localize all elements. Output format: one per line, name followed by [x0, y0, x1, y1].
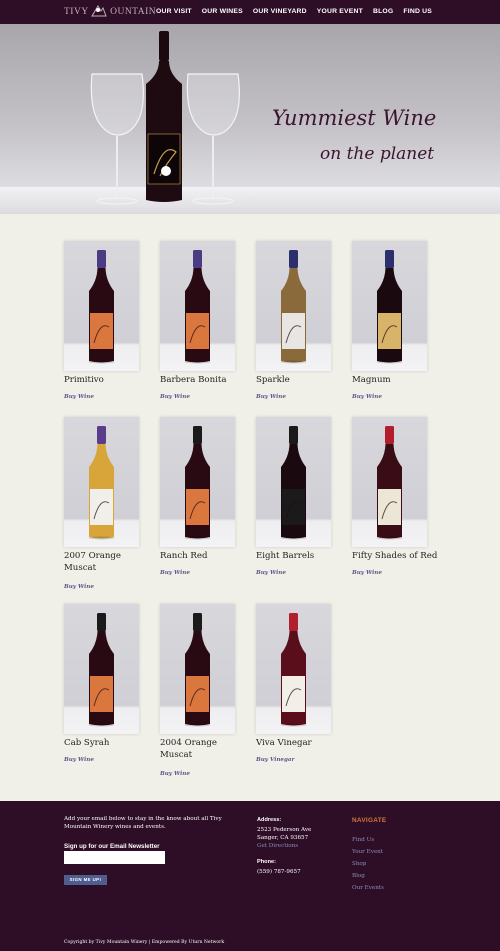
product-bottle-image[interactable] [64, 241, 139, 371]
product-bottle-image[interactable] [256, 417, 331, 547]
hero-tagline-line2: on the planet [320, 144, 435, 164]
address-line2: Sanger, CA 93657 [257, 835, 309, 841]
wine-bottle-icon [280, 613, 307, 727]
product-bottle-image[interactable] [352, 417, 427, 547]
product-name[interactable]: Magnum [352, 374, 452, 386]
wine-bottle-icon [184, 613, 211, 727]
wine-bottle-icon [376, 250, 403, 364]
buy-link[interactable]: Buy Wine [352, 394, 382, 400]
wine-bottle-icon [88, 250, 115, 364]
site-footer: Add your email below to stay in the know… [0, 801, 500, 951]
hero-table-surface [0, 187, 500, 214]
buy-link[interactable]: Buy Wine [64, 394, 94, 400]
footer-copyright: Copyright by Tivy Mountain Winery | Empo… [64, 940, 225, 945]
logo-text-left: TIVY [64, 7, 89, 17]
nav-your-event[interactable]: YOUR EVENT [317, 8, 363, 15]
hero-tagline-line1: Yummiest Wine [272, 106, 437, 130]
site-logo[interactable]: TIVY OUNTAIN [64, 3, 156, 17]
footer-nav-find-us[interactable]: Find Us [352, 837, 374, 843]
product-bottle-image[interactable] [160, 604, 235, 734]
footer-nav-blog[interactable]: Blog [352, 873, 365, 879]
nav-our-wines[interactable]: OUR WINES [202, 8, 243, 15]
buy-link[interactable]: Buy Wine [160, 771, 190, 777]
product-bottle-image[interactable] [160, 241, 235, 371]
nav-our-visit[interactable]: OUR VISIT [156, 8, 192, 15]
product-name[interactable]: Eight Barrels [256, 550, 356, 562]
wine-bottle-icon [184, 250, 211, 364]
buy-link[interactable]: Buy Wine [256, 394, 286, 400]
newsletter-email-input[interactable] [64, 851, 165, 864]
nav-blog[interactable]: BLOG [373, 8, 393, 15]
buy-link[interactable]: Buy Wine [64, 757, 94, 763]
main-nav: OUR VISIT OUR WINES OUR VINEYARD YOUR EV… [156, 8, 432, 15]
footer-nav-our-events[interactable]: Our Events [352, 885, 384, 891]
product-bottle-image[interactable] [352, 241, 427, 371]
footer-nav-your-event[interactable]: Your Event [352, 849, 383, 855]
logo-mountain-icon [91, 5, 107, 17]
hero-banner: Yummiest Wine on the planet [0, 24, 500, 214]
wine-bottle-icon [88, 613, 115, 727]
wine-bottle-icon [280, 426, 307, 540]
phone-heading: Phone: [257, 859, 276, 865]
logo-text-right: OUNTAIN [110, 7, 157, 17]
product-bottle-image[interactable] [160, 417, 235, 547]
buy-link[interactable]: Buy Wine [64, 584, 94, 590]
site-header: TIVY OUNTAIN OUR VISIT OUR WINES OUR VIN… [0, 0, 500, 24]
product-name[interactable]: Viva Vinegar [256, 737, 356, 749]
footer-intro-text: Add your email below to stay in the know… [64, 816, 222, 830]
product-name[interactable]: Primitivo [64, 374, 164, 386]
phone-number: (559) 787-9657 [257, 869, 301, 875]
product-name[interactable]: Cab Syrah [64, 737, 164, 749]
buy-link[interactable]: Buy Wine [160, 394, 190, 400]
wine-bottle-icon [280, 250, 307, 364]
product-name[interactable]: Sparkle [256, 374, 356, 386]
hero-wine-glasses-image [90, 31, 240, 205]
buy-link[interactable]: Buy Wine [256, 570, 286, 576]
buy-link[interactable]: Buy Wine [352, 570, 382, 576]
address-line1: 2523 Pederson Ave [257, 827, 312, 833]
product-name[interactable]: 2004 Orange Muscat [160, 737, 232, 761]
wine-bottle-icon [376, 426, 403, 540]
nav-our-vineyard[interactable]: OUR VINEYARD [253, 8, 307, 15]
footer-nav-title: NAVIGATE [352, 817, 387, 824]
product-bottle-image[interactable] [64, 417, 139, 547]
product-name[interactable]: Ranch Red [160, 550, 260, 562]
wine-bottle-icon [184, 426, 211, 540]
get-directions-link[interactable]: Get Directions [257, 843, 298, 849]
product-bottle-image[interactable] [256, 241, 331, 371]
sign-me-up-button[interactable]: SIGN ME UP! [64, 875, 107, 885]
wine-bottle-icon [88, 426, 115, 540]
newsletter-title: Sign up for our Email Newsletter [64, 843, 160, 850]
product-name[interactable]: 2007 Orange Muscat [64, 550, 136, 574]
product-bottle-image[interactable] [64, 604, 139, 734]
product-name[interactable]: Fifty Shades of Red [352, 550, 452, 562]
footer-nav-shop[interactable]: Shop [352, 861, 366, 867]
product-name[interactable]: Barbera Bonita [160, 374, 260, 386]
buy-link[interactable]: Buy Vinegar [256, 757, 294, 763]
nav-find-us[interactable]: FIND US [403, 8, 432, 15]
buy-link[interactable]: Buy Wine [160, 570, 190, 576]
product-bottle-image[interactable] [256, 604, 331, 734]
address-heading: Address: [257, 817, 282, 823]
